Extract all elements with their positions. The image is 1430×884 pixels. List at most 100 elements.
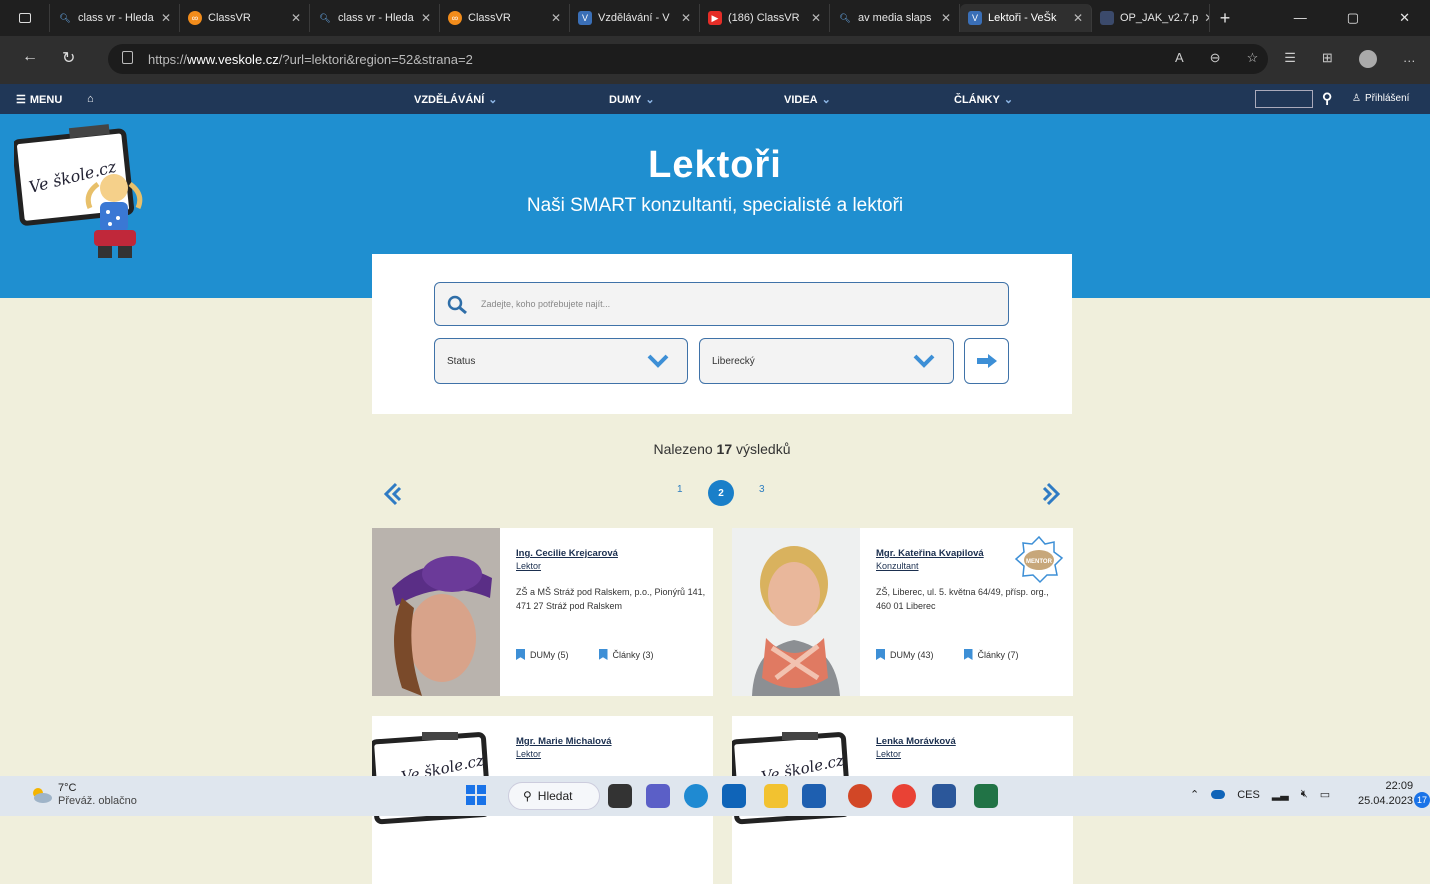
- chevron-up-icon[interactable]: ⌃: [1190, 788, 1199, 801]
- battery-icon[interactable]: ▭: [1320, 788, 1330, 801]
- network-icon[interactable]: ▂▃: [1272, 788, 1289, 801]
- lector-card[interactable]: MENTOR Mgr. Kateřina Kvapilová Konzultan…: [732, 528, 1073, 696]
- store-icon[interactable]: [802, 784, 826, 808]
- weather-widget[interactable]: 7°C Převáž. oblačno: [30, 782, 137, 808]
- close-tab-icon[interactable]: ✕: [941, 11, 951, 25]
- clanky-link[interactable]: Články (3): [598, 649, 654, 660]
- bookmark-icon: [516, 649, 525, 660]
- search-icon: [447, 295, 467, 315]
- page-subtitle: Naši SMART konzultanti, specialisté a le…: [526, 195, 904, 216]
- site-logo[interactable]: Ve škole.cz: [14, 122, 146, 260]
- restore-icon[interactable]: ▢: [1347, 10, 1359, 26]
- lector-name[interactable]: Ing. Cecilie Krejcarová: [516, 548, 706, 559]
- close-tab-icon[interactable]: ✕: [291, 11, 301, 25]
- classvr-icon: ∞: [448, 11, 462, 25]
- close-tab-icon[interactable]: ✕: [551, 11, 561, 25]
- nav-dumy[interactable]: DUMY ⌄: [609, 93, 655, 107]
- chevron-down-icon: ⌄: [821, 94, 831, 106]
- outlook-icon[interactable]: [722, 784, 746, 808]
- search-icon: 🔍︎: [59, 12, 71, 23]
- browser-tab[interactable]: OP_JAK_v2.7.p✕: [1092, 4, 1210, 32]
- clanky-link[interactable]: Články (7): [963, 649, 1019, 660]
- menu-icon: ☰: [16, 94, 26, 106]
- pdf-icon: [1100, 11, 1114, 25]
- tab-actions-button[interactable]: [0, 4, 50, 32]
- zoom-icon[interactable]: ⊖: [1210, 50, 1221, 68]
- lector-name[interactable]: Mgr. Marie Michalová: [516, 736, 706, 747]
- close-window-icon[interactable]: ✕: [1399, 10, 1410, 26]
- close-tab-icon[interactable]: ✕: [161, 11, 171, 25]
- address-bar[interactable]: https://www.veskole.cz/?url=lektori&regi…: [108, 44, 1268, 74]
- dumy-link[interactable]: DUMy (43): [876, 649, 934, 660]
- more-icon[interactable]: …: [1403, 50, 1416, 68]
- file-explorer-icon[interactable]: [764, 784, 788, 808]
- teams-chat-icon[interactable]: [646, 784, 670, 808]
- lector-role[interactable]: Lektor: [516, 561, 706, 571]
- close-tab-icon[interactable]: ✕: [681, 11, 691, 25]
- lector-name[interactable]: Lenka Morávková: [876, 736, 1066, 747]
- chrome-icon[interactable]: [892, 784, 916, 808]
- refresh-icon[interactable]: ↻: [62, 48, 75, 68]
- lector-role[interactable]: Lektor: [876, 749, 1066, 759]
- lector-card[interactable]: Ing. Cecilie Krejcarová Lektor ZŠ a MŠ S…: [372, 528, 713, 696]
- lector-name[interactable]: Mgr. Kateřina Kvapilová: [876, 548, 1066, 559]
- dumy-link[interactable]: DUMy (5): [516, 649, 569, 660]
- search-input[interactable]: Zadejte, koho potřebujete najít...: [434, 282, 1009, 326]
- collections-icon[interactable]: ⊞: [1322, 50, 1333, 68]
- previous-page-icon[interactable]: [382, 482, 402, 506]
- browser-tab[interactable]: 🔍︎ av media slaps ✕: [830, 4, 960, 32]
- nav-vzdelavani[interactable]: VZDĚLÁVÁNÍ ⌄: [414, 93, 498, 107]
- language-indicator[interactable]: CES: [1237, 789, 1260, 801]
- close-tab-icon[interactable]: ✕: [811, 11, 821, 25]
- nav-clanky[interactable]: ČLÁNKY ⌄: [954, 93, 1013, 107]
- minimize-icon[interactable]: —: [1294, 10, 1307, 26]
- excel-icon[interactable]: [974, 784, 998, 808]
- close-tab-icon[interactable]: ✕: [421, 11, 431, 25]
- taskbar-search[interactable]: ⚲ Hledat: [508, 782, 600, 810]
- bookmark-icon: [598, 649, 608, 660]
- favorites-icon[interactable]: ☰: [1284, 50, 1296, 68]
- browser-tab[interactable]: ∞ ClassVR ✕: [180, 4, 310, 32]
- search-submit-button[interactable]: [964, 338, 1009, 384]
- clock[interactable]: 22:09 25.04.2023: [1358, 779, 1413, 809]
- status-select[interactable]: Status: [434, 338, 688, 384]
- youtube-icon: ▶: [708, 11, 722, 25]
- site-search-input[interactable]: [1255, 90, 1313, 108]
- login-button[interactable]: ♙ Přihlášení: [1352, 93, 1409, 104]
- page-current[interactable]: 2: [708, 480, 734, 506]
- word-icon[interactable]: [932, 784, 956, 808]
- lector-photo: [732, 528, 860, 696]
- bookmark-icon: [963, 649, 973, 660]
- start-icon[interactable]: [466, 785, 486, 805]
- browser-tab[interactable]: ∞ ClassVR ✕: [440, 4, 570, 32]
- lector-role[interactable]: Konzultant: [876, 561, 1066, 571]
- volume-muted-icon[interactable]: 🔇︎: [1301, 788, 1308, 801]
- browser-tab[interactable]: V Vzdělávání - V ✕: [570, 4, 700, 32]
- edge-icon[interactable]: [684, 784, 708, 808]
- menu-button[interactable]: ☰ MENU: [16, 93, 62, 107]
- browser-tab[interactable]: 🔍︎ class vr - Hleda ✕: [310, 4, 440, 32]
- page-link[interactable]: 3: [759, 484, 765, 495]
- chevron-down-icon: ⌄: [488, 94, 498, 106]
- browser-tab[interactable]: ▶ (186) ClassVR ✕: [700, 4, 830, 32]
- browser-tab-active[interactable]: V Lektoři - VeŠk ✕: [960, 4, 1092, 32]
- region-select[interactable]: Liberecký: [699, 338, 954, 384]
- next-page-icon[interactable]: [1042, 482, 1062, 506]
- search-icon: 🔍︎: [319, 12, 331, 23]
- new-tab-button[interactable]: +: [1210, 8, 1240, 29]
- nav-videa[interactable]: VIDEA ⌄: [784, 93, 831, 107]
- powerpoint-icon[interactable]: [848, 784, 872, 808]
- read-aloud-icon[interactable]: A: [1175, 50, 1184, 68]
- task-view-icon[interactable]: [608, 784, 632, 808]
- favorite-add-icon[interactable]: ☆: [1247, 50, 1259, 68]
- browser-tab[interactable]: 🔍︎ class vr - Hleda ✕: [50, 4, 180, 32]
- home-icon[interactable]: ⌂: [87, 93, 94, 105]
- notification-badge[interactable]: 17: [1414, 792, 1430, 808]
- close-tab-icon[interactable]: ✕: [1073, 11, 1083, 25]
- lector-role[interactable]: Lektor: [516, 749, 706, 759]
- search-icon[interactable]: ⚲: [1322, 90, 1332, 107]
- profile-avatar-icon[interactable]: [1358, 50, 1377, 68]
- page-link[interactable]: 1: [677, 484, 683, 495]
- onedrive-icon[interactable]: [1211, 790, 1226, 799]
- back-icon[interactable]: ←: [22, 48, 38, 66]
